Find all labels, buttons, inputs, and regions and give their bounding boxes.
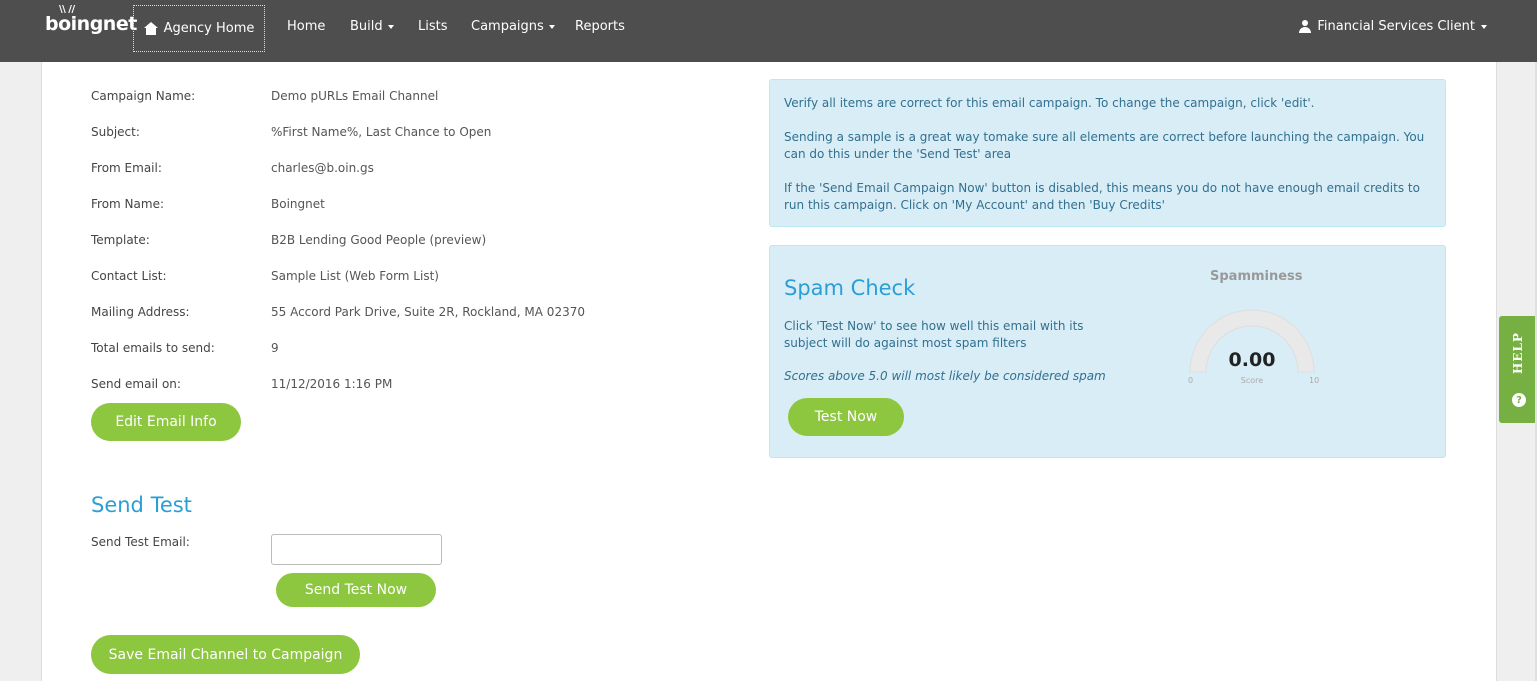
detail-label: Total emails to send: [91,341,215,355]
gauge-title: Spamminess [1210,269,1303,284]
template-preview-link[interactable]: B2B Lending Good People (preview) [271,233,486,247]
agency-home-link[interactable]: Agency Home [133,5,265,52]
nav-home[interactable]: Home [287,19,325,34]
chevron-down-icon [1481,24,1487,29]
question-icon: ? [1512,393,1526,407]
logo-horns-icon: \\ // [59,4,75,15]
detail-value: %First Name%, Last Chance to Open [271,125,492,139]
gauge-min: 0 [1188,376,1194,385]
gauge-value: 0.00 [1228,349,1276,371]
nav-build[interactable]: Build [350,19,394,34]
detail-value: Sample List (Web Form List) [271,269,439,283]
help-label: HELP [1511,332,1525,374]
top-navbar: \\ // boingnet Agency Home Home Build Li… [0,0,1537,62]
user-name: Financial Services Client [1317,19,1475,34]
detail-value: charles@b.oin.gs [271,161,374,175]
chevron-down-icon [548,24,555,29]
send-test-now-button[interactable]: Send Test Now [276,573,436,607]
detail-value: 11/12/2016 1:16 PM [271,377,393,391]
detail-value: Boingnet [271,197,325,211]
spam-check-note: Scores above 5.0 will most likely be con… [784,369,1106,383]
nav-campaigns[interactable]: Campaigns [471,19,555,34]
spam-check-text: Click 'Test Now' to see how well this em… [784,319,1084,350]
info-alert: Verify all items are correct for this em… [769,79,1446,227]
user-menu[interactable]: Financial Services Client [1299,19,1487,34]
user-icon [1299,20,1312,33]
detail-label: Mailing Address: [91,305,190,319]
spam-check-panel: Spam Check Click 'Test Now' to see how w… [769,245,1446,458]
test-now-button[interactable]: Test Now [788,398,904,436]
detail-label: Subject: [91,125,140,139]
detail-label: Contact List: [91,269,167,283]
help-tab[interactable]: HELP ? [1499,316,1537,423]
info-text: Sending a sample is a great way tomake s… [784,130,1425,161]
gauge-max: 10 [1309,376,1320,385]
save-email-channel-button[interactable]: Save Email Channel to Campaign [91,635,360,674]
logo-text: boingnet [45,13,137,35]
boingnet-logo[interactable]: \\ // boingnet [45,4,137,35]
spam-check-title: Spam Check [784,276,916,300]
detail-value: 55 Accord Park Drive, Suite 2R, Rockland… [271,305,585,319]
nav-reports[interactable]: Reports [575,19,625,34]
send-test-label: Send Test Email: [91,535,190,549]
gauge-score-label: Score [1240,376,1264,385]
nav-lists[interactable]: Lists [418,19,448,34]
detail-label: From Email: [91,161,162,175]
detail-label: From Name: [91,197,164,211]
edit-email-info-button[interactable]: Edit Email Info [91,403,241,441]
detail-value: 9 [271,341,279,355]
send-test-email-input[interactable] [271,534,442,565]
detail-label: Send email on: [91,377,181,391]
send-test-title: Send Test [91,493,192,517]
agency-home-label: Agency Home [163,21,255,36]
detail-label: Template: [91,233,150,247]
info-text: Verify all items are correct for this em… [784,96,1315,110]
detail-value: Demo pURLs Email Channel [271,89,439,103]
chevron-down-icon [387,24,394,29]
home-icon [143,22,158,35]
detail-label: Campaign Name: [91,89,196,103]
info-text: If the 'Send Email Campaign Now' button … [784,181,1420,212]
